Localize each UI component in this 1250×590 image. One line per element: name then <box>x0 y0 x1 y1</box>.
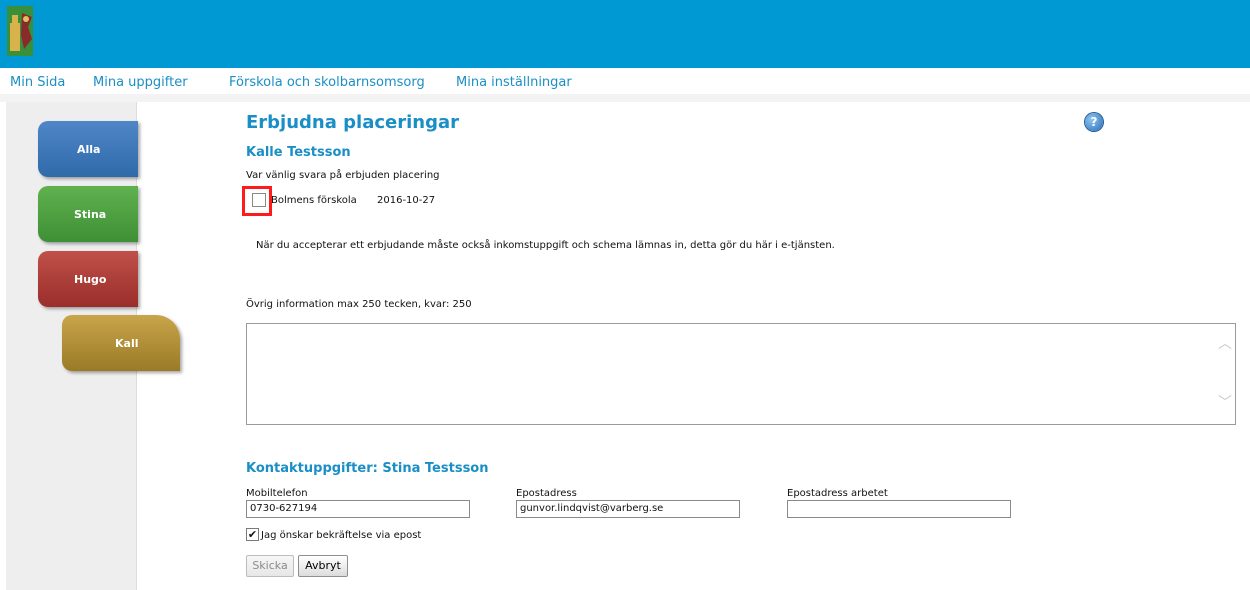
nav-mina-uppgifter[interactable]: Mina uppgifter <box>93 75 188 90</box>
instruction-text: Var vänlig svara på erbjuden placering <box>246 170 440 181</box>
tab-alla-label: Alla <box>77 143 101 156</box>
tab-alla[interactable]: Alla <box>38 121 138 177</box>
offer-date: 2016-10-27 <box>377 195 436 206</box>
page-title: Erbjudna placeringar <box>246 112 460 133</box>
scroll-up-icon[interactable]: ︿ <box>1218 333 1232 353</box>
work-email-input[interactable] <box>787 500 1011 518</box>
tab-hugo-label: Hugo <box>74 273 107 286</box>
scroll-down-icon[interactable]: ﹀ <box>1218 392 1232 412</box>
other-info-label: Övrig information max 250 tecken, kvar: … <box>246 299 472 310</box>
subheader-strip <box>0 94 1250 102</box>
tab-kalle[interactable]: Kall <box>62 315 180 371</box>
help-icon[interactable]: ? <box>1085 113 1103 131</box>
mobile-label: Mobiltelefon <box>246 488 308 499</box>
email-input[interactable]: gunvor.lindqvist@varberg.se <box>516 500 740 518</box>
cancel-button[interactable]: Avbryt <box>298 555 348 577</box>
acceptance-notice: När du accepterar ett erbjudande måste o… <box>256 240 835 251</box>
send-button[interactable]: Skicka <box>246 555 294 577</box>
nav-mina-installningar[interactable]: Mina inställningar <box>456 75 572 90</box>
offer-school: Bolmens förskola <box>271 195 357 206</box>
work-email-label: Epostadress arbetet <box>787 488 888 499</box>
tab-stina[interactable]: Stina <box>38 186 138 242</box>
top-header-bar <box>0 0 1250 68</box>
contact-title: Kontaktuppgifter: Stina Testsson <box>246 461 489 476</box>
tab-stina-label: Stina <box>74 208 107 221</box>
other-info-textarea[interactable] <box>246 323 1236 425</box>
confirm-email-label: Jag önskar bekräftelse via epost <box>261 530 422 541</box>
confirm-email-checkbox[interactable]: ✔ <box>246 528 259 541</box>
tab-kalle-label: Kall <box>115 337 139 350</box>
mobile-input[interactable]: 0730-627194 <box>246 500 470 518</box>
child-name: Kalle Testsson <box>246 145 351 160</box>
email-label: Epostadress <box>516 488 577 499</box>
municipal-coat-of-arms-icon[interactable] <box>6 5 34 57</box>
checkbox-highlight-box <box>242 186 272 216</box>
nav-min-sida[interactable]: Min Sida <box>10 75 65 90</box>
tab-hugo[interactable]: Hugo <box>38 251 138 307</box>
nav-forskola[interactable]: Förskola och skolbarnsomsorg <box>229 75 425 90</box>
